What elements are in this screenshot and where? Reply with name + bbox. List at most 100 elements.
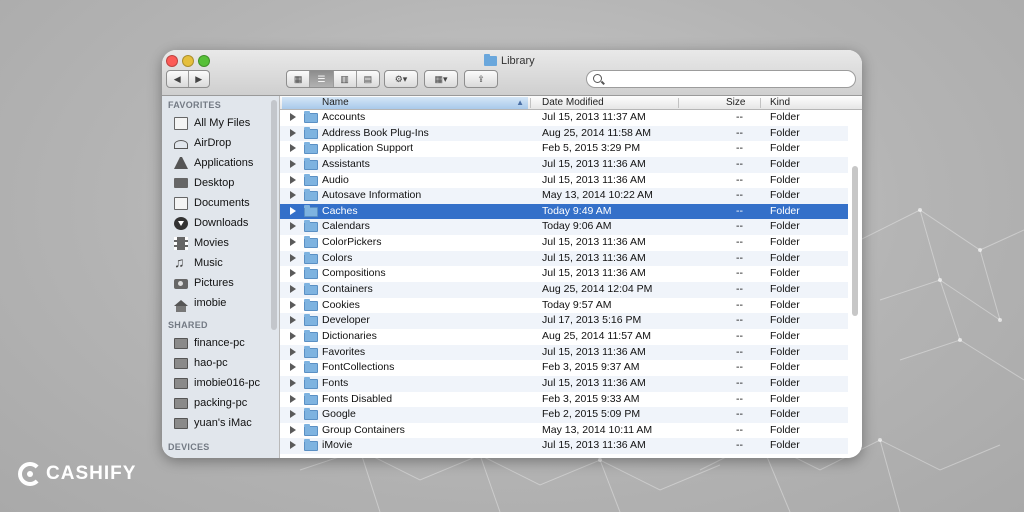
table-row[interactable]: Calendars Today 9:06 AM -- Folder — [280, 219, 848, 236]
table-row[interactable]: Containers Aug 25, 2014 12:04 PM -- Folder — [280, 282, 848, 298]
close-window-button[interactable] — [166, 55, 178, 67]
disclosure-triangle-icon[interactable] — [290, 191, 296, 200]
column-header-size[interactable]: Size — [726, 97, 745, 109]
sidebar-item-pictures[interactable]: Pictures — [174, 274, 234, 292]
disclosure-triangle-icon[interactable] — [290, 144, 296, 153]
disclosure-triangle-icon[interactable] — [290, 159, 296, 168]
sidebar-item-finance-pc[interactable]: finance-pc — [174, 334, 245, 352]
documents-icon — [174, 196, 188, 210]
sidebar-item-yuans-imac[interactable]: yuan's iMac — [174, 414, 252, 432]
back-button[interactable]: ◀ — [167, 71, 189, 87]
share-button[interactable]: ⇪ — [464, 70, 498, 88]
action-menu-button[interactable]: ⚙▾ — [384, 70, 418, 88]
forward-button[interactable]: ▶ — [189, 71, 210, 87]
table-row[interactable]: Accounts Jul 15, 2013 11:37 AM -- Folder — [280, 110, 848, 126]
column-header-kind[interactable]: Kind — [770, 97, 790, 109]
column-divider[interactable] — [678, 98, 679, 108]
sidebar-item-documents[interactable]: Documents — [174, 194, 250, 212]
list-view-button[interactable]: ☰ — [310, 71, 334, 87]
table-row[interactable]: Group Containers May 13, 2014 10:11 AM -- F… — [280, 423, 848, 439]
disclosure-triangle-icon[interactable] — [290, 113, 296, 121]
disclosure-triangle-icon[interactable] — [290, 394, 296, 403]
disclosure-triangle-icon[interactable] — [290, 269, 296, 278]
row-kind: Folder — [770, 173, 800, 186]
column-header-name[interactable]: Name ▲ — [282, 97, 528, 109]
table-row[interactable]: Favorites Jul 15, 2013 11:36 AM -- Folder — [280, 344, 848, 361]
sidebar-item-movies[interactable]: Movies — [174, 234, 229, 252]
table-row[interactable]: Fonts Disabled Feb 3, 2015 9:33 AM -- Folde… — [280, 392, 848, 408]
disclosure-triangle-icon[interactable] — [290, 206, 296, 215]
table-row[interactable]: Cookies Today 9:57 AM -- Folder — [280, 298, 848, 314]
row-date-modified: Jul 15, 2013 11:36 AM — [542, 376, 646, 389]
sidebar-item-hao-pc[interactable]: hao-pc — [174, 354, 228, 372]
row-size: -- — [736, 314, 743, 327]
table-row[interactable]: ColorPickers Jul 15, 2013 11:36 AM -- Folde… — [280, 235, 848, 251]
row-date-modified: May 13, 2014 10:11 AM — [542, 423, 653, 436]
row-name: Compositions — [322, 267, 386, 280]
table-row[interactable]: Google Feb 2, 2015 5:09 PM -- Folder — [280, 407, 848, 423]
table-row[interactable]: Caches Today 9:49 AM -- Folder — [280, 203, 848, 220]
arrange-menu-button[interactable]: ▦▾ — [424, 70, 458, 88]
column-divider[interactable] — [530, 98, 531, 108]
row-kind: Folder — [770, 408, 800, 421]
disclosure-triangle-icon[interactable] — [290, 363, 296, 372]
column-view-button[interactable]: ▥ — [334, 71, 357, 87]
disclosure-triangle-icon[interactable] — [290, 347, 296, 356]
disclosure-triangle-icon[interactable] — [290, 410, 296, 419]
sidebar-header-favorites: FAVORITES — [168, 100, 222, 110]
search-input[interactable] — [605, 72, 849, 86]
table-row[interactable]: Assistants Jul 15, 2013 11:36 AM -- Folder — [280, 156, 848, 173]
table-row[interactable]: iMovie Jul 15, 2013 11:36 AM -- Folder — [280, 438, 848, 455]
disclosure-triangle-icon[interactable] — [290, 253, 296, 262]
music-icon — [174, 254, 188, 270]
sidebar-item-imobie016-pc[interactable]: imobie016-pc — [174, 374, 260, 392]
table-row[interactable]: Fonts Jul 15, 2013 11:36 AM -- Folder — [280, 375, 848, 392]
disclosure-triangle-icon[interactable] — [290, 331, 296, 340]
zoom-window-button[interactable] — [198, 55, 210, 67]
sidebar-item-applications[interactable]: Applications — [174, 154, 253, 172]
table-row[interactable]: Developer Jul 17, 2013 5:16 PM -- Folder — [280, 313, 848, 329]
list-scrollbar[interactable] — [852, 166, 858, 316]
sidebar-item-downloads[interactable]: Downloads — [174, 214, 248, 232]
row-name: Dictionaries — [322, 329, 377, 342]
table-row[interactable]: Address Book Plug-Ins Aug 25, 2014 11:58 … — [280, 125, 848, 142]
disclosure-triangle-icon[interactable] — [290, 128, 296, 137]
coverflow-view-button[interactable]: ▤ — [357, 71, 379, 87]
table-row[interactable]: Application Support Feb 5, 2015 3:29 PM --… — [280, 141, 848, 157]
disclosure-triangle-icon[interactable] — [290, 441, 296, 450]
table-row[interactable]: Dictionaries Aug 25, 2014 11:57 AM -- Folde… — [280, 329, 848, 345]
table-row[interactable]: Compositions Jul 15, 2013 11:36 AM -- Folde… — [280, 266, 848, 282]
search-icon — [593, 74, 602, 83]
disclosure-triangle-icon[interactable] — [290, 425, 296, 434]
sidebar-item-all-my-files[interactable]: All My Files — [174, 114, 250, 132]
disclosure-triangle-icon[interactable] — [290, 378, 296, 387]
sidebar-item-music[interactable]: Music — [174, 254, 223, 272]
sidebar-item-desktop[interactable]: Desktop — [174, 174, 234, 192]
disclosure-triangle-icon[interactable] — [290, 285, 296, 294]
row-size: -- — [736, 189, 743, 202]
share-icon: ⇪ — [477, 73, 485, 84]
row-size: -- — [736, 111, 743, 123]
disclosure-triangle-icon[interactable] — [290, 300, 296, 309]
icon-view-button[interactable]: ▦ — [287, 71, 311, 87]
table-row[interactable]: Colors Jul 15, 2013 11:36 AM -- Folder — [280, 250, 848, 267]
table-row[interactable]: Audio Jul 15, 2013 11:36 AM -- Folder — [280, 173, 848, 189]
table-row[interactable]: Autosave Information May 13, 2014 10:22 A… — [280, 188, 848, 204]
computer-icon — [174, 377, 188, 389]
sidebar-scrollbar[interactable] — [271, 100, 277, 330]
minimize-window-button[interactable] — [182, 55, 194, 67]
sidebar-item-packing-pc[interactable]: packing-pc — [174, 394, 247, 412]
row-size: -- — [736, 439, 743, 452]
row-name: Favorites — [322, 345, 366, 358]
sidebar-item-airdrop[interactable]: AirDrop — [174, 134, 231, 152]
sidebar-item-imobie[interactable]: imobie — [174, 294, 226, 312]
disclosure-triangle-icon[interactable] — [290, 175, 296, 184]
row-name: Containers — [322, 283, 373, 296]
table-row[interactable]: FontCollections Feb 3, 2015 9:37 AM -- Fold… — [280, 360, 848, 376]
disclosure-triangle-icon[interactable] — [290, 238, 296, 247]
search-field[interactable] — [586, 70, 856, 88]
disclosure-triangle-icon[interactable] — [290, 316, 296, 325]
disclosure-triangle-icon[interactable] — [290, 222, 296, 231]
column-header-date[interactable]: Date Modified — [542, 97, 604, 109]
column-divider[interactable] — [760, 98, 761, 108]
